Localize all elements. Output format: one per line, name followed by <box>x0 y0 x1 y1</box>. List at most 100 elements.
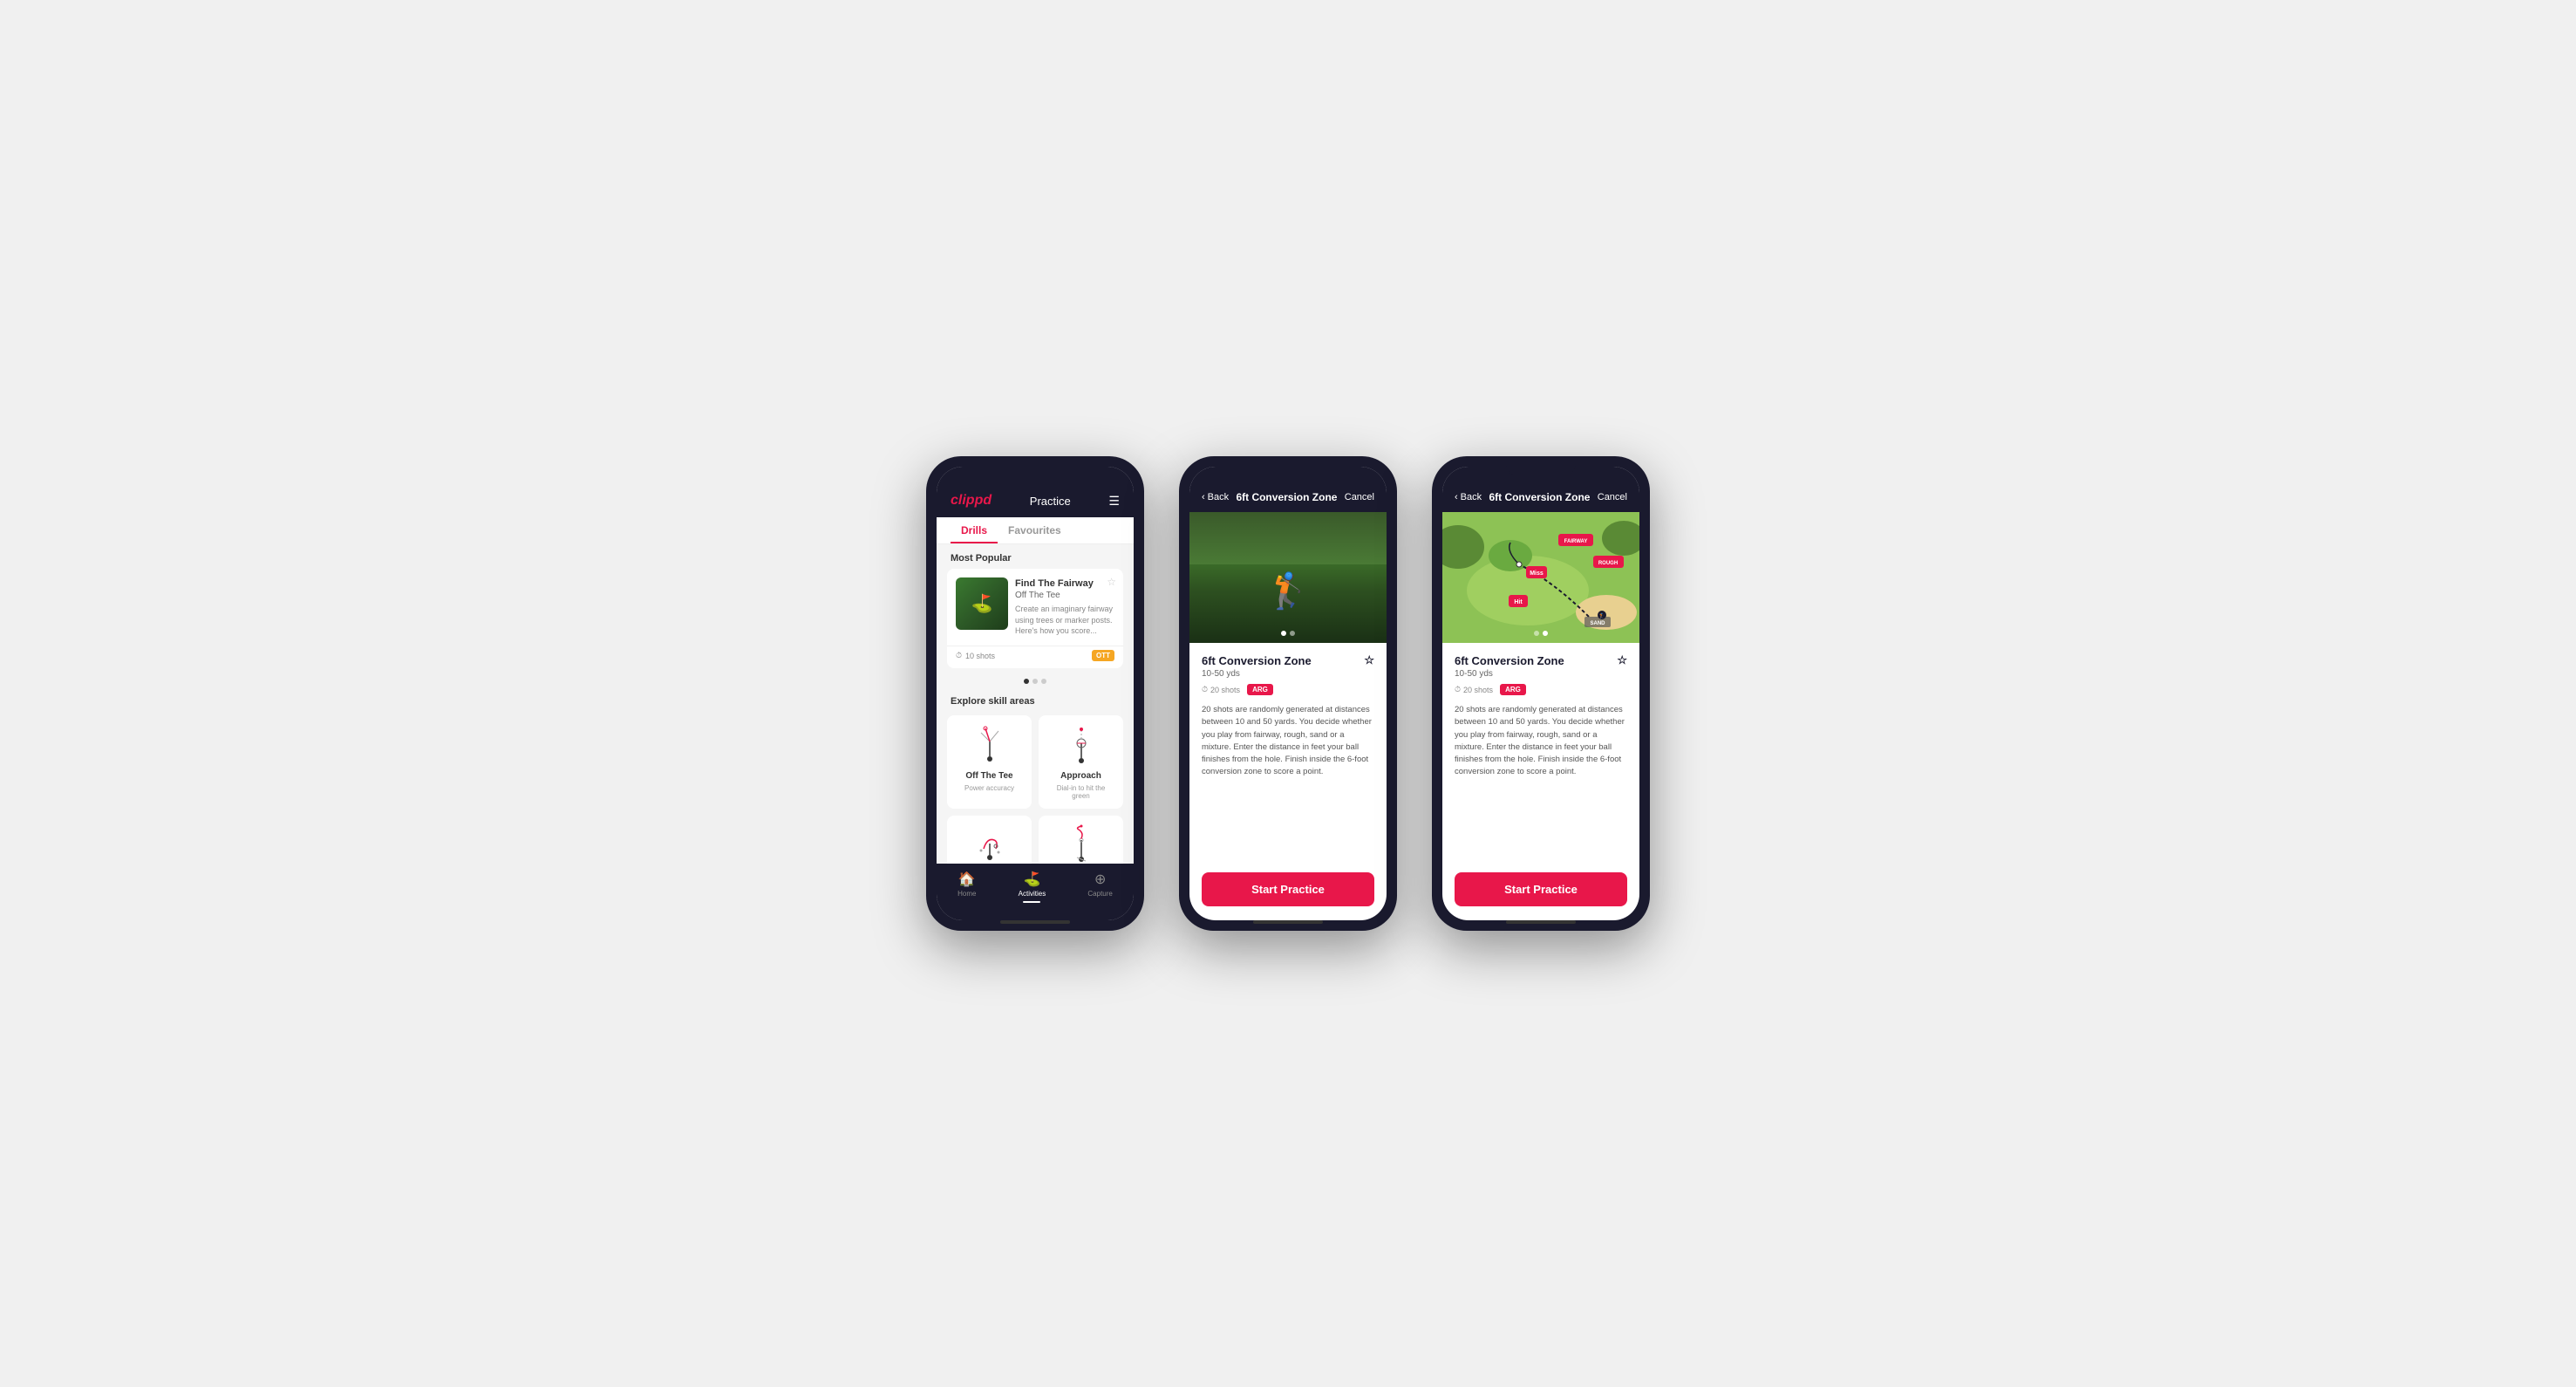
drill-thumbnail <box>956 577 1008 630</box>
header-title: Practice <box>1030 495 1071 508</box>
drill-thumb-image <box>956 577 1008 630</box>
drill-description-2: 20 shots are randomly generated at dista… <box>1202 704 1374 779</box>
main-content: Most Popular Find The Fairway Off The Te… <box>937 544 1134 864</box>
course-map-svg: Hit Miss FAIRWAY ROUGH SAND 🏌 <box>1442 512 1639 643</box>
skill-sub-approach: Dial-in to hit the green <box>1047 784 1114 800</box>
tab-favourites[interactable]: Favourites <box>998 517 1072 543</box>
drill-distance: 10-50 yds <box>1202 669 1374 679</box>
nav-home[interactable]: 🏠 Home <box>957 871 976 903</box>
drill-description: Create an imaginary fairway using trees … <box>1015 604 1114 637</box>
home-icon: 🏠 <box>958 871 976 888</box>
drill-description-3: 20 shots are randomly generated at dista… <box>1455 704 1627 779</box>
map-dot-1 <box>1534 631 1539 636</box>
capture-icon: ⊕ <box>1094 871 1106 888</box>
drill-tag-2: ARG <box>1247 684 1273 695</box>
phone-2-header-title: 6ft Conversion Zone <box>1236 491 1337 503</box>
home-indicator-3 <box>1506 920 1576 924</box>
drill-meta-3: ⏱ 20 shots ARG <box>1455 684 1627 695</box>
shots-count-3: 20 shots <box>1463 686 1493 694</box>
drill-title-text-3: 6ft Conversion Zone <box>1455 654 1564 667</box>
nav-capture-label: Capture <box>1087 890 1112 898</box>
svg-text:Miss: Miss <box>1530 571 1544 577</box>
cancel-button-3[interactable]: Cancel <box>1598 492 1627 502</box>
skill-name-approach: Approach <box>1060 771 1101 781</box>
drill-tag-3: ARG <box>1500 684 1526 695</box>
shots-count: 10 shots <box>965 652 995 660</box>
img-dot-1 <box>1281 631 1286 636</box>
clippd-logo: clippd <box>951 493 992 509</box>
phone-3-header-title: 6ft Conversion Zone <box>1489 491 1590 503</box>
drill-photo <box>1189 512 1387 643</box>
back-chevron-3: ‹ <box>1455 492 1458 502</box>
skill-approach[interactable]: Approach Dial-in to hit the green <box>1039 715 1123 809</box>
nav-activities[interactable]: ⛳ Activities <box>1019 871 1046 903</box>
svg-text:🏌: 🏌 <box>1598 612 1605 619</box>
drill-fav-icon-3[interactable]: ☆ <box>1617 653 1627 667</box>
dot-3 <box>1041 679 1046 684</box>
skill-off-the-tee[interactable]: Off The Tee Power accuracy <box>947 715 1032 809</box>
home-indicator-1 <box>1000 920 1070 924</box>
svg-text:Hit: Hit <box>1514 599 1523 605</box>
image-carousel-dots <box>1281 631 1295 636</box>
drill-info: Find The Fairway Off The Tee Create an i… <box>1015 577 1114 637</box>
dot-1 <box>1024 679 1029 684</box>
ott-icon <box>968 724 1012 768</box>
start-practice-button-2[interactable]: Start Practice <box>1202 872 1374 906</box>
drill-meta: ⏱ 20 shots ARG <box>1202 684 1374 695</box>
shots-info-3: ⏱ 20 shots <box>1455 685 1493 694</box>
clock-icon-2: ⏱ <box>1202 685 1208 694</box>
map-carousel-dots <box>1534 631 1548 636</box>
phone-2-notch <box>1253 456 1323 477</box>
nav-activities-label: Activities <box>1019 890 1046 898</box>
explore-label: Explore skill areas <box>937 687 1134 712</box>
clock-icon: ⏱ <box>956 651 962 660</box>
phone-3-notch <box>1506 456 1576 477</box>
favourite-icon[interactable]: ☆ <box>1107 576 1116 588</box>
putting-icon <box>1060 824 1103 864</box>
phone-3: ‹ Back 6ft Conversion Zone Cancel <box>1432 456 1650 931</box>
skill-name-ott: Off The Tee <box>965 771 1012 781</box>
phone-3-content: Hit Miss FAIRWAY ROUGH SAND 🏌 <box>1442 512 1639 872</box>
map-dot-2 <box>1543 631 1548 636</box>
drill-detail-title-3: 6ft Conversion Zone ☆ <box>1455 653 1627 667</box>
drill-map: Hit Miss FAIRWAY ROUGH SAND 🏌 <box>1442 512 1639 643</box>
drill-shots: ⏱ 10 shots <box>956 651 995 660</box>
home-indicator-2 <box>1253 920 1323 924</box>
drill-name: Find The Fairway <box>1015 577 1114 590</box>
phone-2-content: 6ft Conversion Zone ☆ 10-50 yds ⏱ 20 sho… <box>1189 512 1387 872</box>
drill-distance-3: 10-50 yds <box>1455 669 1627 679</box>
drill-tag: OTT <box>1092 650 1114 661</box>
back-button-3[interactable]: ‹ Back <box>1455 492 1482 502</box>
svg-text:SAND: SAND <box>1590 621 1605 626</box>
featured-drill-card[interactable]: Find The Fairway Off The Tee Create an i… <box>947 569 1123 668</box>
cancel-button-2[interactable]: Cancel <box>1345 492 1374 502</box>
activities-icon: ⛳ <box>1023 871 1040 888</box>
back-button[interactable]: ‹ Back <box>1202 492 1229 502</box>
shots-info-2: ⏱ 20 shots <box>1202 685 1240 694</box>
phone-2-screen: ‹ Back 6ft Conversion Zone Cancel 6ft Co <box>1189 467 1387 920</box>
phone-1: clippd Practice ☰ Drills Favourites Most… <box>926 456 1144 931</box>
drill-detail-info: 6ft Conversion Zone ☆ 10-50 yds ⏱ 20 sho… <box>1189 643 1387 789</box>
carousel-dots <box>937 675 1134 687</box>
back-chevron: ‹ <box>1202 492 1205 502</box>
back-label: Back <box>1208 492 1229 502</box>
drill-detail-info-3: 6ft Conversion Zone ☆ 10-50 yds ⏱ 20 sho… <box>1442 643 1639 789</box>
menu-icon[interactable]: ☰ <box>1108 494 1120 509</box>
nav-capture[interactable]: ⊕ Capture <box>1087 871 1112 903</box>
nav-home-label: Home <box>957 890 976 898</box>
skill-putting[interactable]: Putting Make and lag practice <box>1039 816 1123 864</box>
bottom-nav: 🏠 Home ⛳ Activities ⊕ Capture <box>937 864 1134 920</box>
tab-drills[interactable]: Drills <box>951 517 998 543</box>
phone-3-screen: ‹ Back 6ft Conversion Zone Cancel <box>1442 467 1639 920</box>
atg-icon <box>968 824 1012 864</box>
skill-sub-ott: Power accuracy <box>964 784 1014 792</box>
golf-photo-visual <box>1189 512 1387 643</box>
drill-fav-icon-2[interactable]: ☆ <box>1364 653 1374 667</box>
svg-text:FAIRWAY: FAIRWAY <box>1564 539 1588 544</box>
most-popular-label: Most Popular <box>937 544 1134 569</box>
svg-text:ROUGH: ROUGH <box>1598 561 1618 566</box>
drill-footer: ⏱ 10 shots OTT <box>947 646 1123 668</box>
phone-2: ‹ Back 6ft Conversion Zone Cancel 6ft Co <box>1179 456 1397 931</box>
start-practice-button-3[interactable]: Start Practice <box>1455 872 1627 906</box>
skill-around-the-green[interactable]: Around The Green Hone your short game <box>947 816 1032 864</box>
